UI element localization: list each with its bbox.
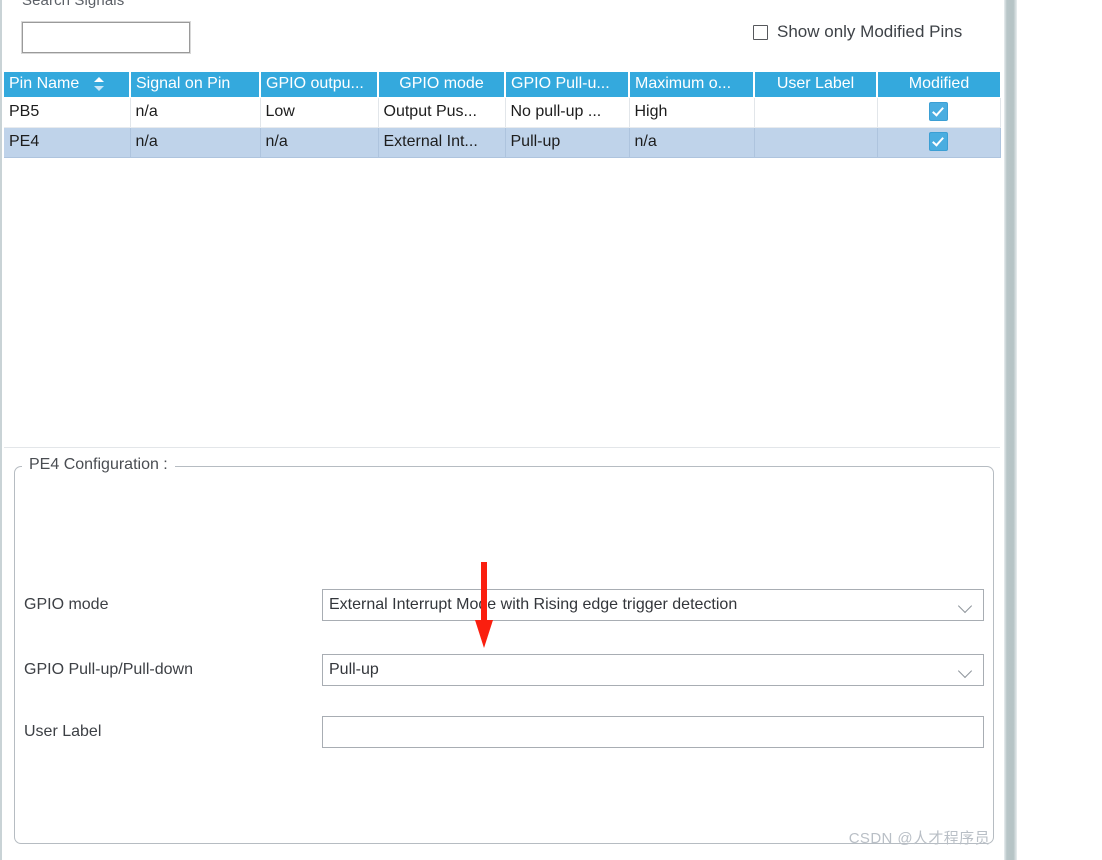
cell-gpio-pull: Pull-up [505, 127, 630, 158]
column-header-label: Pin Name [9, 74, 80, 92]
cell-gpio-output: Low [260, 97, 379, 128]
column-header-user-label[interactable]: User Label [754, 72, 878, 98]
cell-signal-on-pin: n/a [130, 97, 261, 128]
column-header-signal-on-pin[interactable]: Signal on Pin [130, 72, 261, 98]
column-header-maximum-output[interactable]: Maximum o... [629, 72, 755, 98]
cell-gpio-output: n/a [260, 127, 379, 158]
gpio-pull-row: GPIO Pull-up/Pull-down Pull-up [2, 654, 1004, 686]
table-row[interactable]: PE4 n/a n/a External Int... Pull-up n/a [4, 127, 1001, 158]
checkbox-checked-icon [929, 102, 948, 121]
chevron-down-icon[interactable] [949, 655, 983, 685]
column-header-gpio-mode[interactable]: GPIO mode [378, 72, 506, 98]
watermark-text: CSDN @人才程序员 [848, 830, 990, 847]
cell-gpio-pull: No pull-up ... [505, 97, 630, 128]
cell-pin-name: PB5 [4, 97, 131, 128]
checkbox-checked-icon [929, 132, 948, 151]
table-row[interactable]: PB5 n/a Low Output Pus... No pull-up ...… [4, 97, 1001, 128]
pe4-configuration-title: PE4 Configuration : [22, 456, 175, 474]
gpio-pull-value: Pull-up [329, 661, 379, 678]
column-header-gpio-pull[interactable]: GPIO Pull-u... [505, 72, 630, 98]
column-header-modified[interactable]: Modified [877, 72, 1000, 98]
gpio-mode-row: GPIO mode External Interrupt Mode with R… [2, 589, 1004, 621]
cell-modified [877, 97, 1001, 128]
user-label-row: User Label [2, 716, 1004, 748]
right-background [1017, 0, 1102, 860]
gpio-mode-value: External Interrupt Mode with Rising edge… [329, 596, 738, 613]
checkbox-unchecked-icon[interactable] [753, 24, 768, 40]
search-signals-label: Search Signals [22, 0, 125, 9]
user-label-input[interactable] [322, 716, 984, 748]
show-only-modified-pins-checkbox[interactable]: Show only Modified Pins [753, 22, 962, 42]
table-empty-area [4, 162, 1000, 448]
search-signals-input[interactable] [21, 21, 191, 54]
column-header-pin-name[interactable]: Pin Name [4, 72, 131, 98]
cell-modified [877, 127, 1001, 158]
pin-table: Pin Name Signal on Pin GPIO outpu... GPI… [4, 72, 1001, 158]
pinout-configuration-panel: Search Signals Show only Modified Pins P… [0, 0, 1102, 860]
vertical-scrollbar[interactable] [1004, 0, 1017, 860]
cell-pin-name: PE4 [4, 127, 131, 158]
show-only-modified-pins-label: Show only Modified Pins [777, 22, 963, 41]
table-header-row: Pin Name Signal on Pin GPIO outpu... GPI… [4, 72, 1000, 98]
gpio-mode-dropdown[interactable]: External Interrupt Mode with Rising edge… [322, 589, 984, 621]
chevron-down-icon[interactable] [949, 590, 983, 620]
column-header-gpio-output[interactable]: GPIO outpu... [260, 72, 379, 98]
cell-maximum-output: High [629, 97, 755, 128]
cell-gpio-mode: Output Pus... [378, 97, 506, 128]
cell-gpio-mode: External Int... [378, 127, 506, 158]
sort-ascending-icon[interactable] [93, 76, 105, 91]
cell-signal-on-pin: n/a [130, 127, 261, 158]
cell-user-label [754, 97, 878, 128]
cell-user-label [754, 127, 878, 158]
user-label-label: User Label [24, 723, 102, 740]
gpio-mode-label: GPIO mode [24, 596, 109, 613]
cell-maximum-output: n/a [629, 127, 755, 158]
main-panel: Search Signals Show only Modified Pins P… [0, 0, 1004, 860]
gpio-pull-dropdown[interactable]: Pull-up [322, 654, 984, 686]
gpio-pull-label: GPIO Pull-up/Pull-down [24, 661, 193, 678]
